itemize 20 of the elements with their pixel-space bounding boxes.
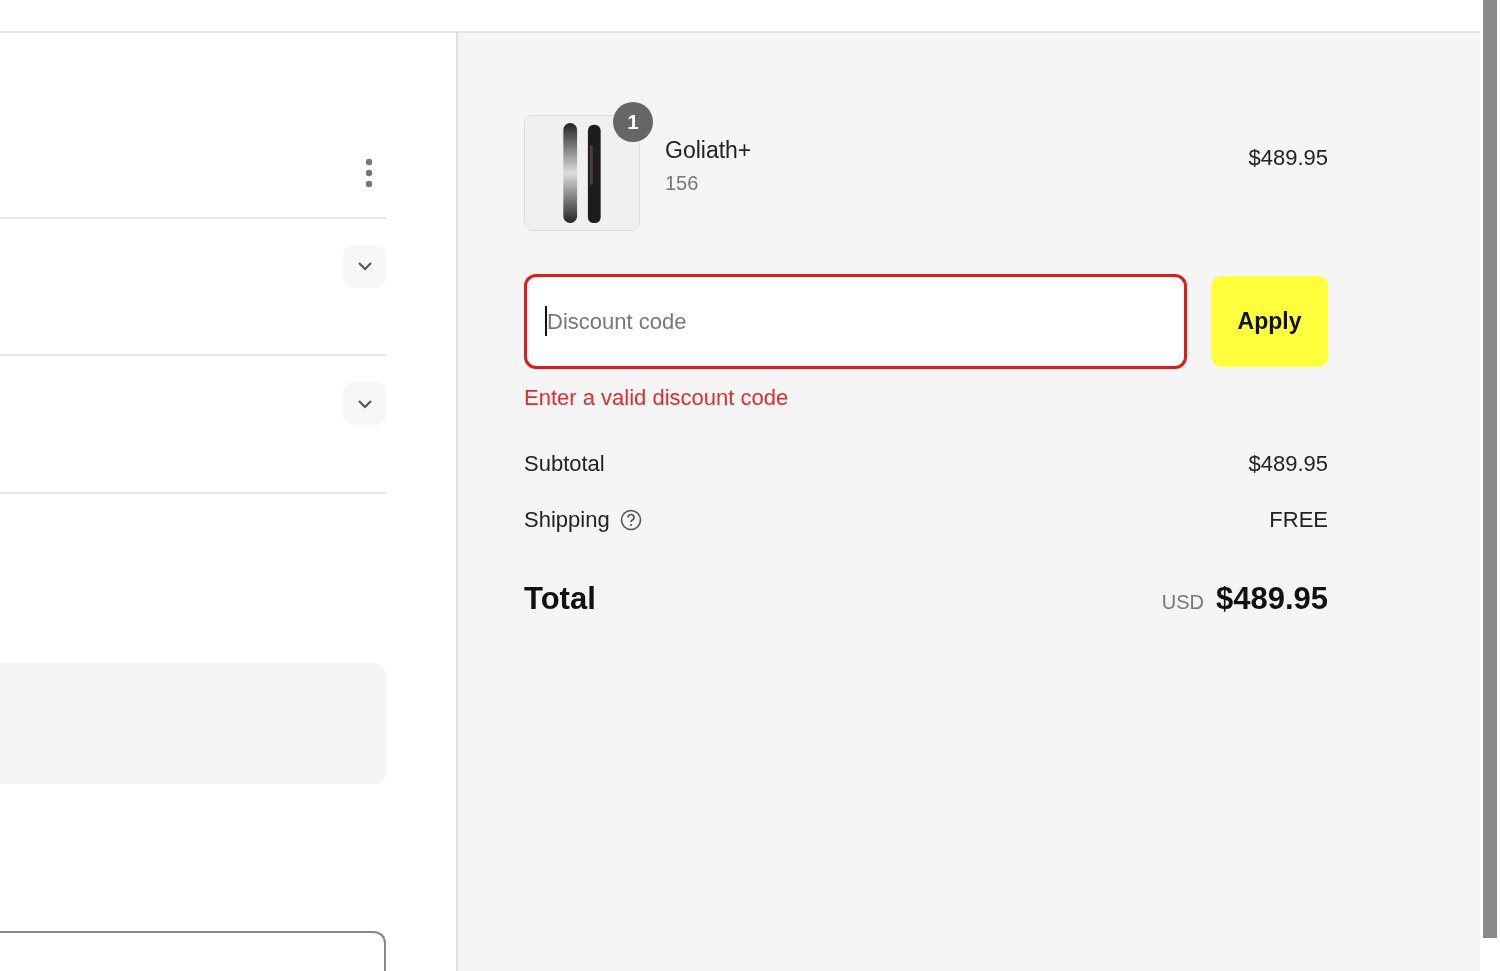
summary-value: FREE — [1269, 507, 1328, 533]
quantity-badge: 1 — [613, 102, 653, 142]
discount-code-field[interactable]: Discount code — [524, 274, 1187, 369]
chevron-down-icon — [356, 261, 373, 272]
more-options-icon[interactable] — [365, 158, 373, 188]
summary-label: Shipping — [524, 507, 610, 533]
help-icon[interactable] — [619, 509, 642, 531]
currency-code: USD — [1161, 591, 1204, 614]
total-amount: $489.95 — [1215, 581, 1328, 617]
scrollbar[interactable] — [1483, 0, 1497, 938]
input-field[interactable] — [0, 930, 386, 971]
chevron-down-icon — [356, 398, 373, 409]
product-variant: 156 — [665, 172, 700, 195]
product-price: $489.95 — [1248, 145, 1328, 171]
apply-button[interactable]: Apply — [1211, 276, 1328, 367]
product-name: Goliath+ — [665, 137, 752, 164]
summary-value: $489.95 — [1248, 451, 1328, 477]
total-label: Total — [524, 581, 596, 617]
summary-label: Subtotal — [524, 451, 605, 477]
error-message: Enter a valid discount code — [524, 385, 790, 411]
